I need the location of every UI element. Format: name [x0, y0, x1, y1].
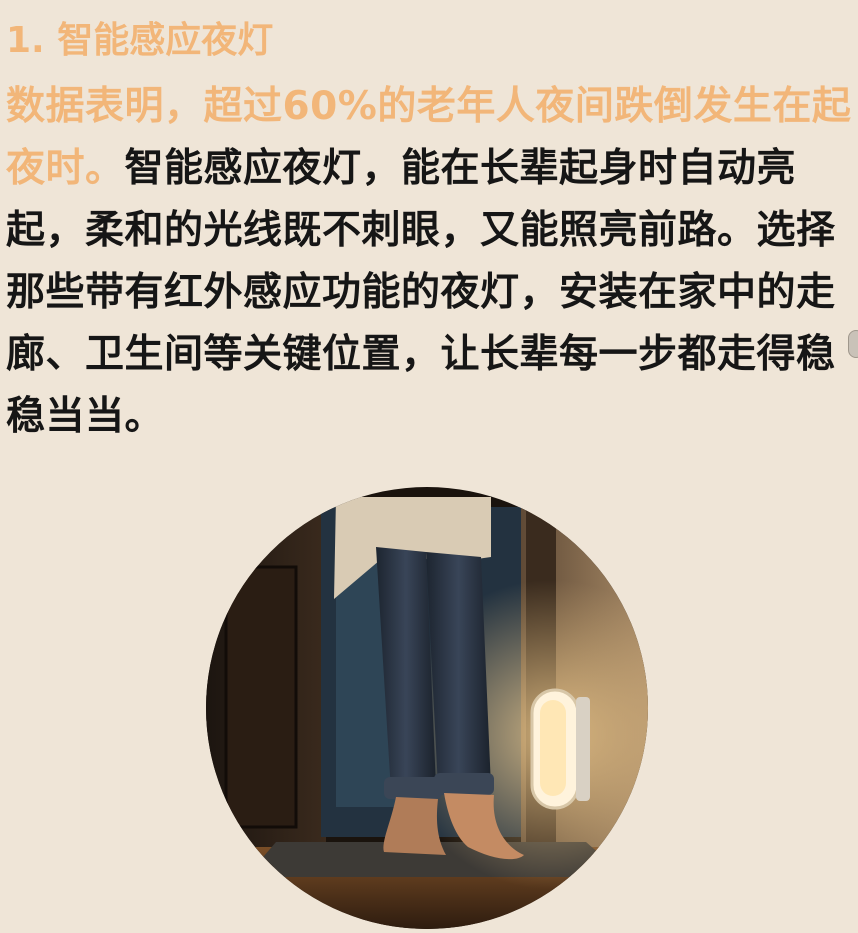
night-light-illustration: [206, 487, 648, 929]
paragraph-body-text: 智能感应夜灯，能在长辈起身时自动亮起，柔和的光线既不刺眼，又能照亮前路。选择那些…: [6, 146, 836, 439]
night-light-photo: [206, 487, 648, 929]
body-paragraph: 数据表明，超过60%的老年人夜间跌倒发生在起夜时。智能感应夜灯，能在长辈起身时自…: [6, 76, 852, 448]
section-heading: 1. 智能感应夜灯: [6, 20, 274, 61]
scroll-handle[interactable]: [848, 330, 858, 358]
